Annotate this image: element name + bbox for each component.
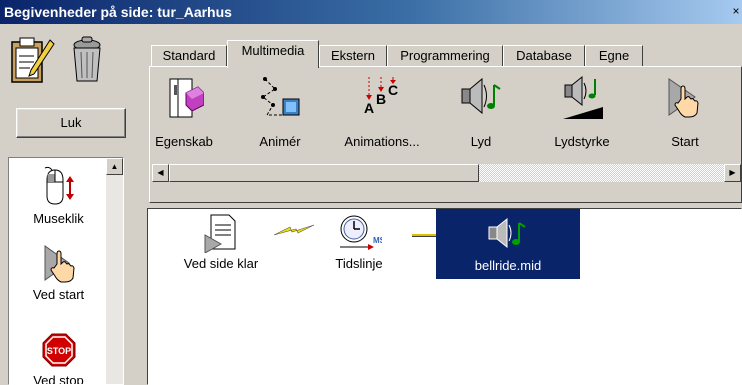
sequence-letter-b: B — [376, 91, 386, 107]
tab-egne[interactable]: Egne — [585, 45, 643, 67]
toolbar-label: Animér — [259, 134, 301, 149]
sequence-letter-c: C — [388, 82, 398, 98]
event-list[interactable]: Museklik Ved start STOP Ved stop ▲ — [8, 157, 124, 385]
toolbar-label: Animations... — [344, 134, 420, 149]
clipboard-edit-icon[interactable] — [8, 36, 56, 86]
speaker-note-icon — [461, 77, 501, 115]
lightning-connector-icon — [273, 224, 315, 236]
tab-standard[interactable]: Standard — [151, 45, 227, 67]
window-titlebar: Begivenheder på side: tur_Aarhus × — [0, 0, 742, 24]
scroll-up-icon[interactable]: ▲ — [106, 158, 123, 175]
flow-node-bellride[interactable]: bellride.mid — [436, 209, 580, 279]
stop-sign-icon: STOP — [42, 333, 75, 367]
ms-badge: MS — [373, 236, 382, 245]
mouse-click-icon — [44, 166, 74, 205]
event-label: Museklik — [33, 211, 84, 226]
timeline-clock-icon: MS — [340, 215, 386, 250]
window-title: Begivenheder på side: tur_Aarhus — [4, 4, 232, 20]
page-play-icon — [204, 214, 236, 254]
hand-cursor-play-icon — [668, 78, 699, 118]
scroll-track[interactable] — [479, 164, 724, 182]
toolbar-label: Egenskab — [155, 134, 213, 149]
event-item-museklik[interactable]: Museklik — [9, 166, 108, 226]
event-item-ved-stop[interactable]: STOP Ved stop — [9, 330, 108, 385]
action-panel: Standard Multimedia Ekstern Programmerin… — [145, 40, 742, 203]
tab-ekstern[interactable]: Ekstern — [319, 45, 387, 67]
tab-database[interactable]: Database — [503, 45, 585, 67]
egenskab-button[interactable]: Egenskab — [144, 75, 224, 155]
animation-sequence-icon: A B C — [364, 77, 398, 116]
event-list-scrollbar[interactable]: ▲ — [106, 158, 123, 384]
toolbar-label: Lydstyrke — [554, 134, 610, 149]
volume-icon — [563, 75, 603, 119]
tab-multimedia[interactable]: Multimedia — [227, 40, 319, 68]
flow-node-label: bellride.mid — [474, 258, 542, 273]
tab-programmering[interactable]: Programmering — [387, 45, 503, 67]
scroll-right-icon[interactable]: ▶ — [724, 164, 741, 182]
toolbar-scrollbar[interactable]: ◀ ▶ — [152, 164, 741, 182]
close-button[interactable]: Luk — [16, 108, 126, 138]
event-flow-canvas[interactable]: Ved side klar MS Tidslinje bellrid — [147, 208, 742, 385]
speaker-note-icon — [488, 217, 526, 249]
animer-button[interactable]: Animér — [240, 75, 320, 155]
animate-path-icon — [261, 77, 300, 116]
toolbar-label: Start — [671, 134, 699, 149]
sidebar: Luk Museklik Ved start STOP Ved stop ▲ — [0, 24, 143, 385]
scroll-left-icon[interactable]: ◀ — [152, 164, 169, 182]
event-item-ved-start[interactable]: Ved start — [9, 242, 108, 302]
scroll-thumb[interactable] — [169, 164, 479, 182]
animations-button[interactable]: A B C Animations... — [330, 75, 434, 155]
property-icon — [169, 78, 205, 118]
lydstyrke-button[interactable]: Lydstyrke — [534, 75, 630, 155]
lyd-button[interactable]: Lyd — [446, 75, 516, 155]
stop-sign-text: STOP — [46, 346, 70, 356]
flow-node-ved-side-klar[interactable]: Ved side klar — [166, 213, 276, 271]
multimedia-toolbar: Egenskab Animér A B C Animations... Lyd … — [149, 66, 742, 203]
toolbar-label: Lyd — [470, 134, 492, 149]
event-label: Ved start — [32, 287, 85, 302]
flow-node-label: Tidslinje — [335, 256, 383, 271]
sequence-letter-a: A — [364, 100, 374, 116]
flow-node-label: Ved side klar — [183, 256, 259, 271]
close-icon[interactable]: × — [730, 4, 742, 18]
trash-icon[interactable] — [68, 36, 106, 84]
flow-node-tidslinje[interactable]: MS Tidslinje — [328, 213, 390, 271]
event-label: Ved stop — [33, 373, 84, 385]
hand-cursor-play-icon — [44, 245, 75, 283]
start-button[interactable]: Start — [650, 75, 720, 155]
